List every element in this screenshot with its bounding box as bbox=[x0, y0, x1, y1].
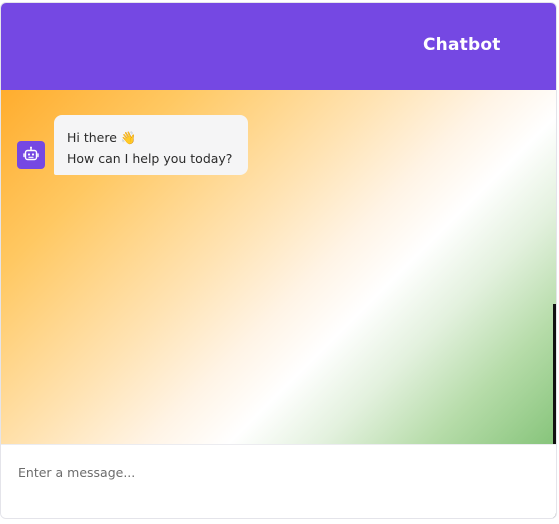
message-line: Hi there 👋 bbox=[67, 130, 137, 145]
message-input[interactable] bbox=[18, 461, 538, 483]
robot-icon bbox=[23, 146, 39, 161]
chat-title: Chatbot bbox=[423, 35, 501, 55]
message-line: How can I help you today? bbox=[67, 151, 233, 166]
chat-input-area bbox=[1, 444, 556, 518]
bot-message-bubble: Hi there 👋 How can I help you today? bbox=[54, 115, 248, 175]
chat-window: Chatbot Hi there 👋 How can I help you to… bbox=[0, 2, 557, 519]
chat-header: Chatbot bbox=[1, 3, 556, 90]
bot-avatar bbox=[17, 141, 45, 169]
